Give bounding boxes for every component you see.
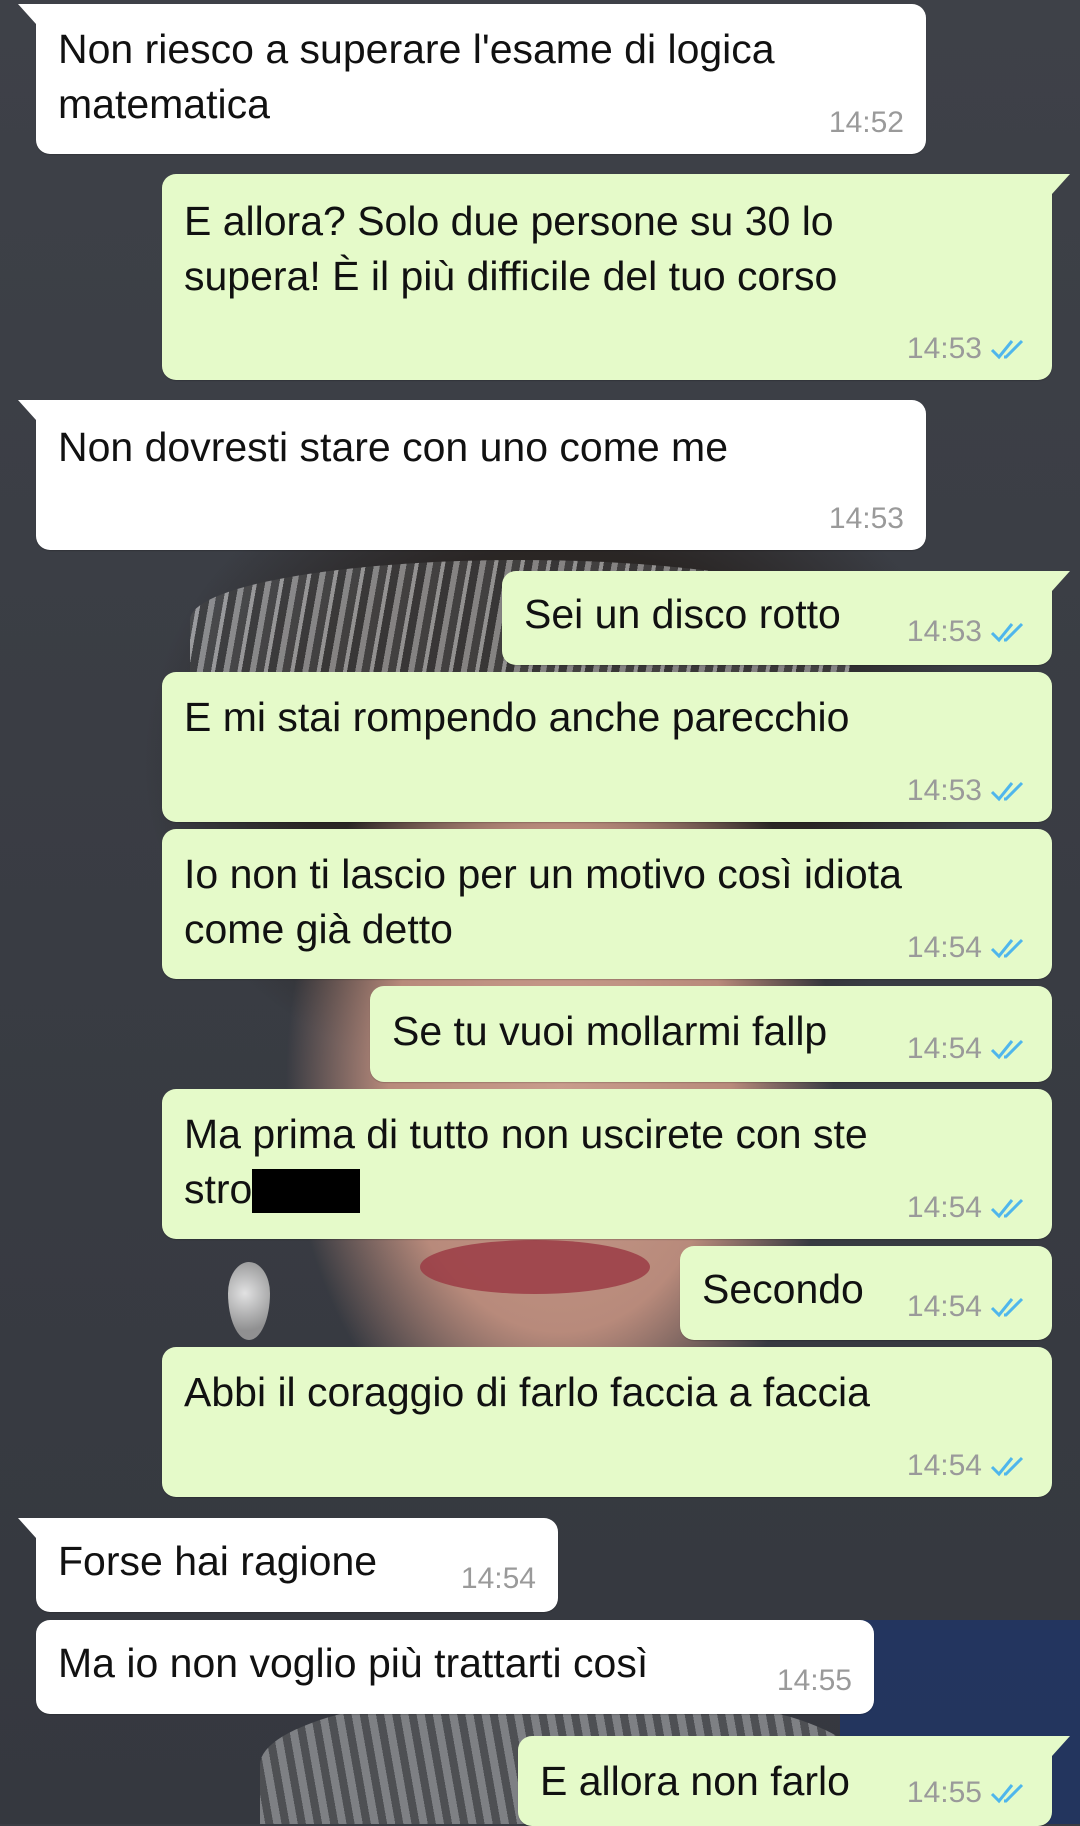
message-meta: 14:55: [777, 1664, 852, 1698]
message-time: 14:54: [906, 1449, 982, 1482]
message-meta: 14:53: [907, 774, 1030, 808]
message-time: 14:54: [906, 1032, 982, 1065]
message-time: 14:54: [906, 931, 982, 964]
message-text: Non riesco a superare l'esame di logica …: [58, 26, 775, 127]
message-meta: 14:53: [907, 332, 1030, 366]
message-time: 14:54: [460, 1562, 536, 1595]
message-meta: 14:53: [907, 615, 1030, 649]
message-meta: 14:54: [907, 1290, 1030, 1324]
double-check-icon: [990, 1783, 1024, 1804]
message-meta: 14:54: [907, 1191, 1030, 1225]
message-time: 14:55: [906, 1776, 982, 1809]
message-bubble-outgoing[interactable]: Io non ti lascio per un motivo così idio…: [162, 829, 1052, 979]
message-meta: 14:54: [907, 931, 1030, 965]
message-meta: 14:55: [907, 1776, 1030, 1810]
double-check-icon: [990, 622, 1024, 643]
message-meta: 14:52: [829, 106, 904, 140]
message-meta: 14:54: [907, 1032, 1030, 1066]
message-bubble-outgoing[interactable]: E allora? Solo due persone su 30 lo supe…: [162, 174, 1070, 380]
message-list[interactable]: Non riesco a superare l'esame di logica …: [0, 0, 1080, 1826]
message-bubble-outgoing[interactable]: E mi stai rompendo anche parecchio 14:53: [162, 672, 1052, 822]
message-text: Io non ti lascio per un motivo così idio…: [184, 851, 902, 952]
message-bubble-incoming[interactable]: Non dovresti stare con uno come me 14:53: [18, 400, 926, 550]
message-meta: 14:53: [829, 502, 904, 536]
message-bubble-outgoing[interactable]: E allora non farlo 14:55: [518, 1736, 1070, 1826]
message-time: 14:53: [906, 774, 982, 807]
double-check-icon: [990, 1456, 1024, 1477]
double-check-icon: [990, 1297, 1024, 1318]
double-check-icon: [990, 339, 1024, 360]
message-time: 14:54: [906, 1191, 982, 1224]
message-meta: 14:54: [907, 1449, 1030, 1483]
message-text-line2: stro: [184, 1166, 253, 1212]
message-text: E allora? Solo due persone su 30 lo supe…: [184, 198, 838, 299]
double-check-icon: [990, 938, 1024, 959]
message-text: E mi stai rompendo anche parecchio: [184, 694, 850, 740]
message-meta: 14:54: [461, 1562, 536, 1596]
double-check-icon: [990, 1198, 1024, 1219]
message-text: Ma io non voglio più trattarti così: [58, 1640, 649, 1686]
message-text-line1: Ma prima di tutto non uscirete con ste: [184, 1111, 868, 1157]
message-time: 14:53: [906, 615, 982, 648]
message-time: 14:53: [828, 502, 904, 535]
message-time: 14:53: [906, 332, 982, 365]
message-bubble-outgoing[interactable]: Secondo 14:54: [680, 1246, 1052, 1340]
message-text: Ma prima di tutto non uscirete con ste s…: [184, 1107, 1030, 1217]
double-check-icon: [990, 1039, 1024, 1060]
message-bubble-outgoing[interactable]: Se tu vuoi mollarmi fallp 14:54: [370, 986, 1052, 1082]
message-bubble-outgoing[interactable]: Ma prima di tutto non uscirete con ste s…: [162, 1089, 1052, 1239]
message-time: 14:52: [828, 106, 904, 139]
message-text: Abbi il coraggio di farlo faccia a facci…: [184, 1369, 870, 1415]
message-bubble-outgoing[interactable]: Abbi il coraggio di farlo faccia a facci…: [162, 1347, 1052, 1497]
message-bubble-incoming[interactable]: Non riesco a superare l'esame di logica …: [18, 4, 926, 154]
message-time: 14:54: [906, 1290, 982, 1323]
message-time: 14:55: [776, 1664, 852, 1697]
message-bubble-incoming[interactable]: Ma io non voglio più trattarti così 14:5…: [36, 1620, 874, 1714]
double-check-icon: [990, 781, 1024, 802]
redaction-bar: [252, 1169, 361, 1213]
message-bubble-incoming[interactable]: Forse hai ragione 14:54: [18, 1518, 558, 1612]
message-text: Non dovresti stare con uno come me: [58, 424, 728, 470]
message-bubble-outgoing[interactable]: Sei un disco rotto 14:53: [502, 571, 1070, 665]
